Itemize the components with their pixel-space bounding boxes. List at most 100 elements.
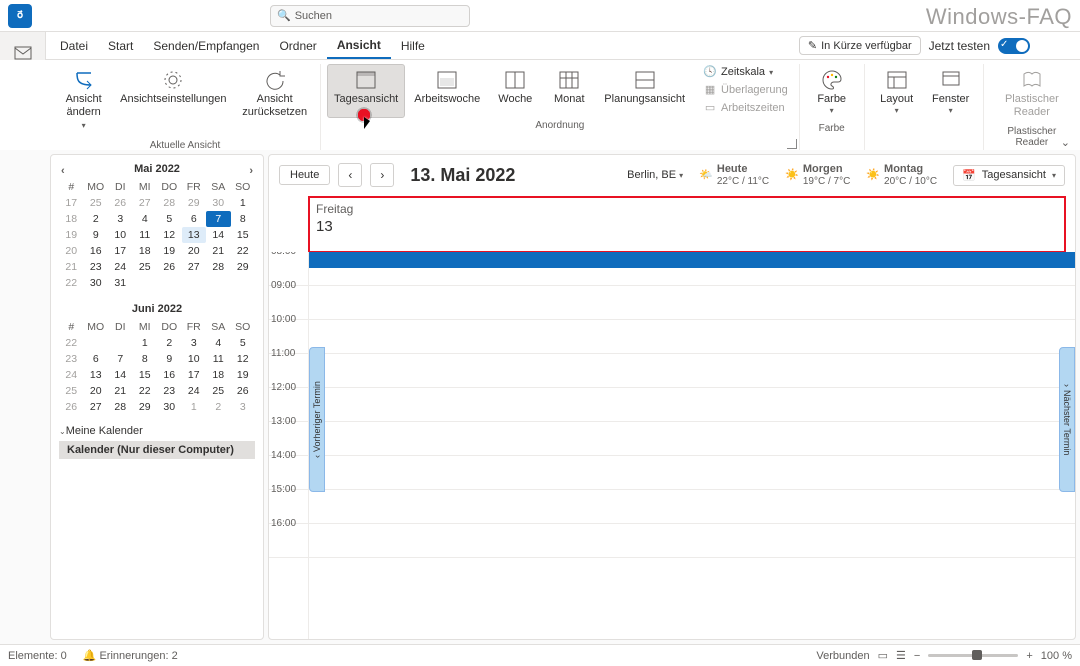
minical-day[interactable]: 2 [84, 211, 109, 227]
minical-day[interactable]: 18 [206, 367, 231, 383]
minical-day[interactable]: 5 [157, 211, 182, 227]
allday-busy-bar[interactable] [309, 252, 1075, 268]
coming-soon-button[interactable]: ✎In Kürze verfügbar [799, 36, 921, 55]
weather-day3[interactable]: ☀️Montag20°C / 10°C [866, 163, 937, 186]
schedule-view-button[interactable]: Planungsansicht [597, 64, 692, 118]
menu-datei[interactable]: Datei [50, 32, 98, 59]
minical-day[interactable]: 13 [182, 227, 207, 243]
minical-day[interactable]: 24 [108, 259, 133, 275]
weather-tomorrow[interactable]: ☀️Morgen19°C / 7°C [785, 163, 850, 186]
minical-day[interactable]: 8 [231, 211, 256, 227]
collapse-ribbon-icon[interactable]: ⌄ [1061, 136, 1070, 149]
minical-day[interactable]: 25 [206, 383, 231, 399]
minical-day[interactable]: 1 [182, 399, 207, 415]
view-list-icon[interactable]: ☰ [896, 649, 906, 662]
view-picker[interactable]: 📅Tagesansicht▾ [953, 165, 1065, 186]
minical-day[interactable]: 31 [108, 275, 133, 291]
menu-ordner[interactable]: Ordner [269, 32, 326, 59]
day-column[interactable]: ‹Vorheriger Termin ›Nächster Termin [309, 252, 1075, 639]
minical-prev[interactable]: ‹ [59, 163, 67, 179]
minical-day[interactable]: 22 [231, 243, 256, 259]
minical-day[interactable]: 30 [206, 195, 231, 211]
view-normal-icon[interactable]: ▭ [878, 649, 888, 662]
minical-day[interactable]: 27 [133, 195, 158, 211]
menu-ansicht[interactable]: Ansicht [327, 32, 391, 59]
search-box[interactable]: 🔍 Suchen [270, 5, 470, 27]
week-view-button[interactable]: Woche [489, 64, 541, 118]
minical-day[interactable]: 18 [133, 243, 158, 259]
location-picker[interactable]: Berlin, BE ▾ [627, 169, 683, 181]
minical-day[interactable]: 7 [108, 351, 133, 367]
menu-senden[interactable]: Senden/Empfangen [143, 32, 269, 59]
minical-day[interactable] [157, 275, 182, 291]
minical-day[interactable]: 11 [133, 227, 158, 243]
minical-day[interactable]: 28 [206, 259, 231, 275]
status-reminders[interactable]: 🔔 Erinnerungen: 2 [83, 649, 178, 662]
minical-day[interactable]: 26 [157, 259, 182, 275]
minical-day[interactable]: 25 [84, 195, 109, 211]
minical-day[interactable]: 29 [182, 195, 207, 211]
minical-day[interactable] [182, 275, 207, 291]
minical-day[interactable]: 4 [133, 211, 158, 227]
minical-day[interactable]: 4 [206, 335, 231, 351]
minical-day[interactable]: 24 [182, 383, 207, 399]
minical-day[interactable]: 17 [108, 243, 133, 259]
minical-day[interactable]: 28 [108, 399, 133, 415]
minical-day[interactable] [84, 335, 109, 351]
minical-day[interactable] [206, 275, 231, 291]
minical-day[interactable]: 12 [157, 227, 182, 243]
menu-start[interactable]: Start [98, 32, 143, 59]
minical-day[interactable]: 20 [182, 243, 207, 259]
minical-day[interactable]: 23 [157, 383, 182, 399]
color-button[interactable]: Farbe▾ [806, 64, 858, 121]
day-view-button[interactable]: Tagesansicht [327, 64, 405, 118]
minical-day[interactable]: 5 [231, 335, 256, 351]
minical-day[interactable]: 23 [84, 259, 109, 275]
minical-day[interactable]: 8 [133, 351, 158, 367]
minical-day[interactable]: 11 [206, 351, 231, 367]
minical-day[interactable]: 17 [182, 367, 207, 383]
prev-day-button[interactable]: ‹ [338, 163, 362, 187]
minical-day[interactable]: 1 [133, 335, 158, 351]
reset-view-button[interactable]: Ansichtzurücksetzen [235, 64, 314, 138]
minical-day[interactable] [133, 275, 158, 291]
minical-day[interactable]: 21 [108, 383, 133, 399]
minical-day[interactable]: 14 [108, 367, 133, 383]
minical-day[interactable]: 9 [84, 227, 109, 243]
try-now-toggle[interactable] [998, 38, 1030, 54]
minical-day[interactable]: 15 [231, 227, 256, 243]
minical-day[interactable]: 25 [133, 259, 158, 275]
minical-day[interactable]: 9 [157, 351, 182, 367]
minical-day[interactable]: 16 [84, 243, 109, 259]
minical-day[interactable]: 3 [182, 335, 207, 351]
minical-day[interactable]: 14 [206, 227, 231, 243]
minical-day[interactable] [231, 275, 256, 291]
today-button[interactable]: Heute [279, 165, 330, 185]
arrangement-dialog-launcher[interactable] [787, 139, 797, 149]
day-header[interactable]: Freitag 13 [309, 197, 1065, 252]
zoom-in-button[interactable]: + [1026, 650, 1032, 662]
minical-day[interactable]: 3 [108, 211, 133, 227]
minical-day[interactable]: 19 [231, 367, 256, 383]
minical-day[interactable]: 7 [206, 211, 231, 227]
next-appointment-handle[interactable]: ›Nächster Termin [1059, 347, 1075, 492]
minical-day[interactable]: 2 [157, 335, 182, 351]
minical-day[interactable]: 26 [231, 383, 256, 399]
window-button[interactable]: Fenster▾ [925, 64, 977, 121]
minical-day[interactable]: 3 [231, 399, 256, 415]
minical-day[interactable]: 6 [182, 211, 207, 227]
minical-day[interactable]: 19 [157, 243, 182, 259]
change-view-button[interactable]: Ansichtändern ▾ [56, 64, 111, 138]
menu-hilfe[interactable]: Hilfe [391, 32, 435, 59]
minical-day[interactable]: 2 [206, 399, 231, 415]
prev-appointment-handle[interactable]: ‹Vorheriger Termin [309, 347, 325, 492]
minical-day[interactable]: 29 [133, 399, 158, 415]
minical-day[interactable]: 30 [84, 275, 109, 291]
minical-day[interactable]: 29 [231, 259, 256, 275]
minical-day[interactable]: 15 [133, 367, 158, 383]
my-calendars-header[interactable]: ⌄Meine Kalender [59, 425, 255, 437]
minical-day[interactable]: 10 [108, 227, 133, 243]
minical-day[interactable]: 30 [157, 399, 182, 415]
view-settings-button[interactable]: Ansichtseinstellungen [113, 64, 233, 138]
weather-today[interactable]: 🌤️Heute22°C / 11°C [699, 163, 769, 186]
